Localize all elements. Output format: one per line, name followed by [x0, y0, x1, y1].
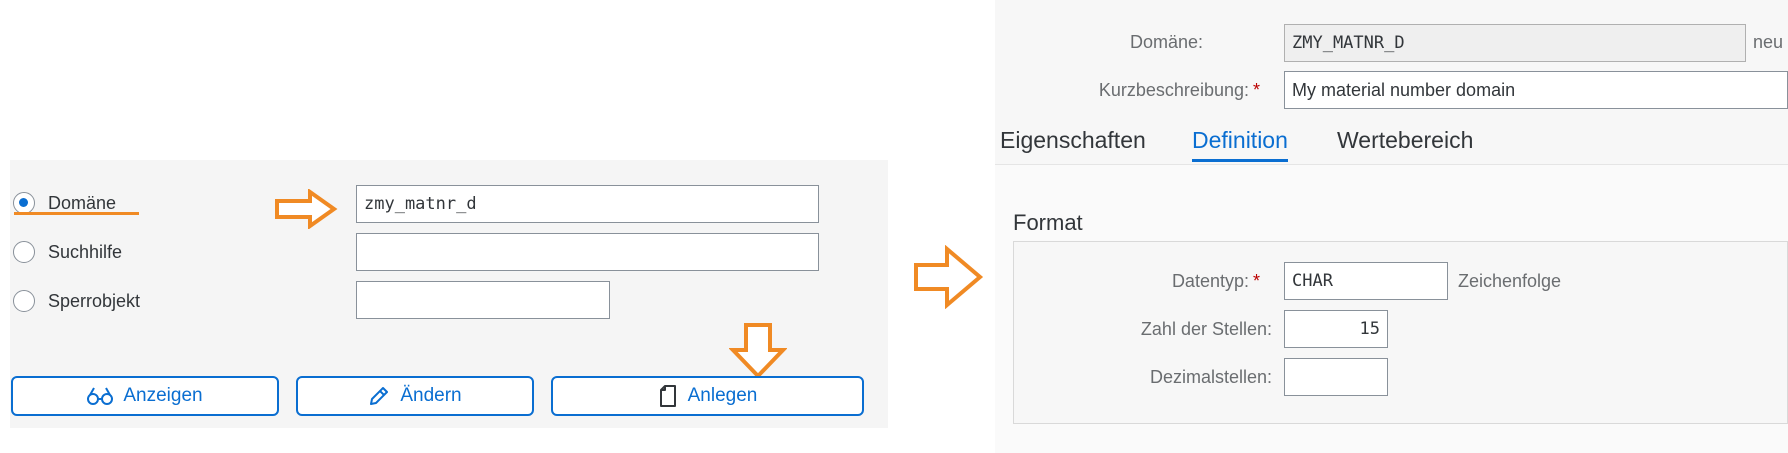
tab-value-range[interactable]: Wertebereich	[1337, 120, 1473, 160]
length-input[interactable]: 15	[1284, 310, 1388, 348]
radio-search-help-label[interactable]: Suchhilfe	[48, 241, 122, 263]
annotation-arrow-down-icon	[729, 322, 787, 380]
create-button[interactable]: Anlegen	[551, 376, 864, 416]
decimals-input[interactable]	[1284, 358, 1388, 396]
pencil-icon	[368, 385, 390, 407]
radio-lock-object[interactable]	[13, 290, 35, 312]
change-button[interactable]: Ändern	[296, 376, 534, 416]
short-description-input[interactable]: My material number domain	[1284, 71, 1788, 109]
change-button-label: Ändern	[400, 385, 462, 406]
radio-domain-label[interactable]: Domäne	[48, 192, 116, 214]
create-button-label: Anlegen	[687, 385, 758, 406]
domain-name-display: ZMY_MATNR_D	[1284, 24, 1746, 62]
annotation-arrow-right-icon	[913, 245, 985, 309]
tab-definition[interactable]: Definition	[1192, 120, 1288, 160]
annotation-arrow-right-icon	[274, 189, 338, 229]
datatype-description: Zeichenfolge	[1458, 271, 1562, 291]
display-button[interactable]: Anzeigen	[11, 376, 279, 416]
tab-properties[interactable]: Eigenschaften	[1000, 120, 1146, 160]
length-label: Zahl der Stellen:	[1140, 319, 1272, 339]
radio-search-help[interactable]	[13, 241, 35, 263]
short-description-label: Kurzbeschreibung: *	[1098, 80, 1260, 100]
document-icon	[658, 384, 678, 408]
datatype-input[interactable]: CHAR	[1284, 262, 1448, 300]
search-help-input[interactable]	[356, 233, 819, 271]
datatype-label: Datentyp: *	[1171, 271, 1260, 291]
glasses-icon	[87, 386, 114, 406]
domain-label: Domäne:	[1129, 32, 1203, 52]
format-section-title: Format	[1013, 210, 1083, 235]
annotation-underline	[14, 212, 139, 215]
domain-name-input[interactable]: zmy_matnr_d	[356, 185, 819, 223]
active-tab-indicator	[1192, 159, 1288, 162]
domain-status-text: neu	[1753, 32, 1784, 52]
radio-lock-object-label[interactable]: Sperrobjekt	[48, 290, 140, 312]
display-button-label: Anzeigen	[123, 385, 203, 406]
lock-object-input[interactable]	[356, 281, 610, 319]
radio-domain[interactable]	[13, 192, 35, 214]
decimals-label: Dezimalstellen:	[1149, 367, 1272, 387]
